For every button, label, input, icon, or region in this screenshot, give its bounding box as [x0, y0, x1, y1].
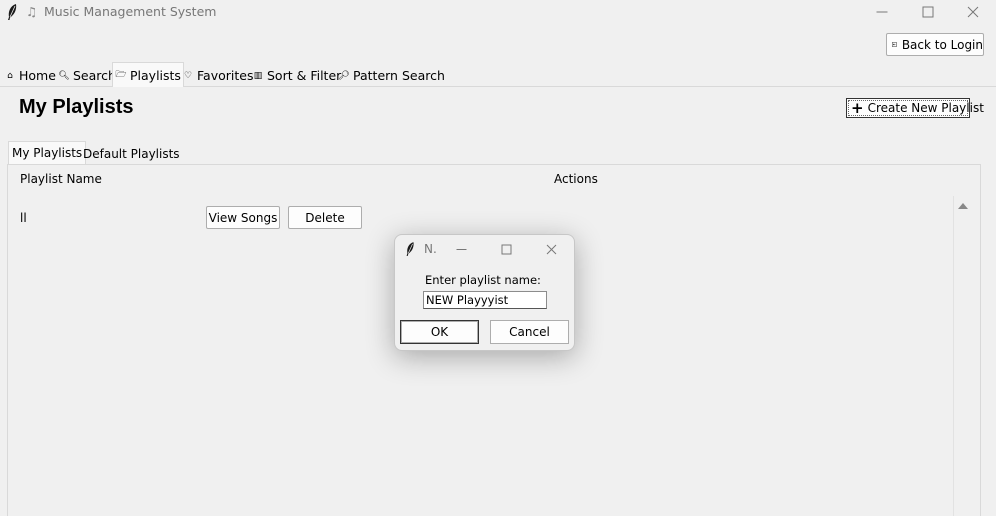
dialog-maximize-button[interactable] — [495, 239, 517, 259]
minimize-icon — [456, 248, 466, 250]
close-button[interactable] — [950, 0, 996, 24]
tab-favorites[interactable]: ♡ Favorites — [180, 65, 255, 86]
tab-default-playlists[interactable]: Default Playlists — [80, 144, 183, 164]
view-songs-button[interactable]: View Songs — [206, 206, 280, 229]
dialog-title-bar: N. — [395, 235, 574, 263]
window-title-text: Music Management System — [43, 4, 217, 19]
tab-search[interactable]: 🔍︎ Search — [56, 65, 118, 86]
tab-home[interactable]: ⌂ Home — [2, 65, 58, 86]
maximize-button[interactable] — [905, 0, 951, 24]
minimize-icon — [876, 11, 888, 13]
tab-pattern-search-label: Pattern Search — [353, 68, 445, 83]
tab-sort-filter-label: Sort & Filter — [267, 68, 342, 83]
main-tab-bar: ⌂ Home 🔍︎ Search 🗁 Playlists ♡ Favorites ▥ So… — [0, 62, 996, 87]
back-to-login-label: Back to Login — [901, 37, 983, 52]
back-to-login-button[interactable]: Back to Login — [886, 33, 984, 56]
music-note-icon: ♫ — [26, 4, 38, 19]
plus-icon: + — [851, 98, 864, 117]
chart-icon: ▥ — [253, 70, 263, 81]
tab-playlists[interactable]: 🗁 Playlists — [112, 62, 184, 87]
tab-favorites-label: Favorites — [197, 68, 254, 83]
tab-search-label: Search — [73, 68, 116, 83]
tab-home-label: Home — [19, 68, 56, 83]
back-arrow-icon — [892, 42, 897, 47]
cancel-button[interactable]: Cancel — [490, 320, 569, 344]
close-icon — [546, 244, 556, 254]
tab-sort-filter[interactable]: ▥ Sort & Filter — [250, 65, 343, 86]
home-icon: ⌂ — [7, 70, 13, 81]
scroll-up-arrow-icon[interactable] — [958, 203, 968, 209]
playlist-row-name: ll — [20, 211, 27, 225]
vertical-scrollbar[interactable] — [953, 196, 972, 516]
ok-button[interactable]: OK — [400, 320, 479, 344]
folder-icon: 🗁 — [115, 70, 127, 80]
search-icon: 🔍︎ — [58, 70, 70, 81]
create-new-playlist-label: Create New Playlist — [867, 101, 984, 115]
page-title: My Playlists — [19, 96, 134, 118]
maximize-icon — [501, 244, 511, 254]
window-title: ♫ Music Management System — [26, 4, 216, 19]
dialog-minimize-button[interactable] — [450, 239, 472, 259]
magnifier-icon: 🔎︎ — [338, 70, 350, 81]
minimize-button[interactable] — [859, 0, 905, 24]
feather-icon — [8, 4, 17, 20]
tab-pattern-search[interactable]: 🔎︎ Pattern Search — [336, 65, 447, 86]
title-bar: ♫ Music Management System — [0, 0, 996, 24]
maximize-icon — [922, 6, 934, 18]
column-header-actions: Actions — [554, 172, 598, 186]
close-icon — [967, 6, 979, 18]
feather-icon — [406, 242, 414, 256]
tab-playlists-label: Playlists — [130, 67, 181, 83]
playlist-name-input[interactable] — [423, 291, 547, 309]
heart-icon: ♡ — [183, 70, 193, 81]
column-header-playlist-name: Playlist Name — [20, 172, 102, 186]
app-window: ♫ Music Management System Back to Login … — [0, 0, 996, 516]
dialog-title: N. — [424, 242, 437, 256]
tab-my-playlists[interactable]: My Playlists — [8, 141, 87, 164]
playlist-name-prompt: Enter playlist name: — [425, 273, 541, 287]
create-new-playlist-button[interactable]: + Create New Playlist — [846, 98, 984, 118]
dialog-close-button[interactable] — [540, 239, 562, 259]
delete-playlist-button[interactable]: Delete — [288, 206, 362, 229]
new-playlist-dialog: N. Enter playlist name: OK Cancel — [394, 234, 575, 351]
